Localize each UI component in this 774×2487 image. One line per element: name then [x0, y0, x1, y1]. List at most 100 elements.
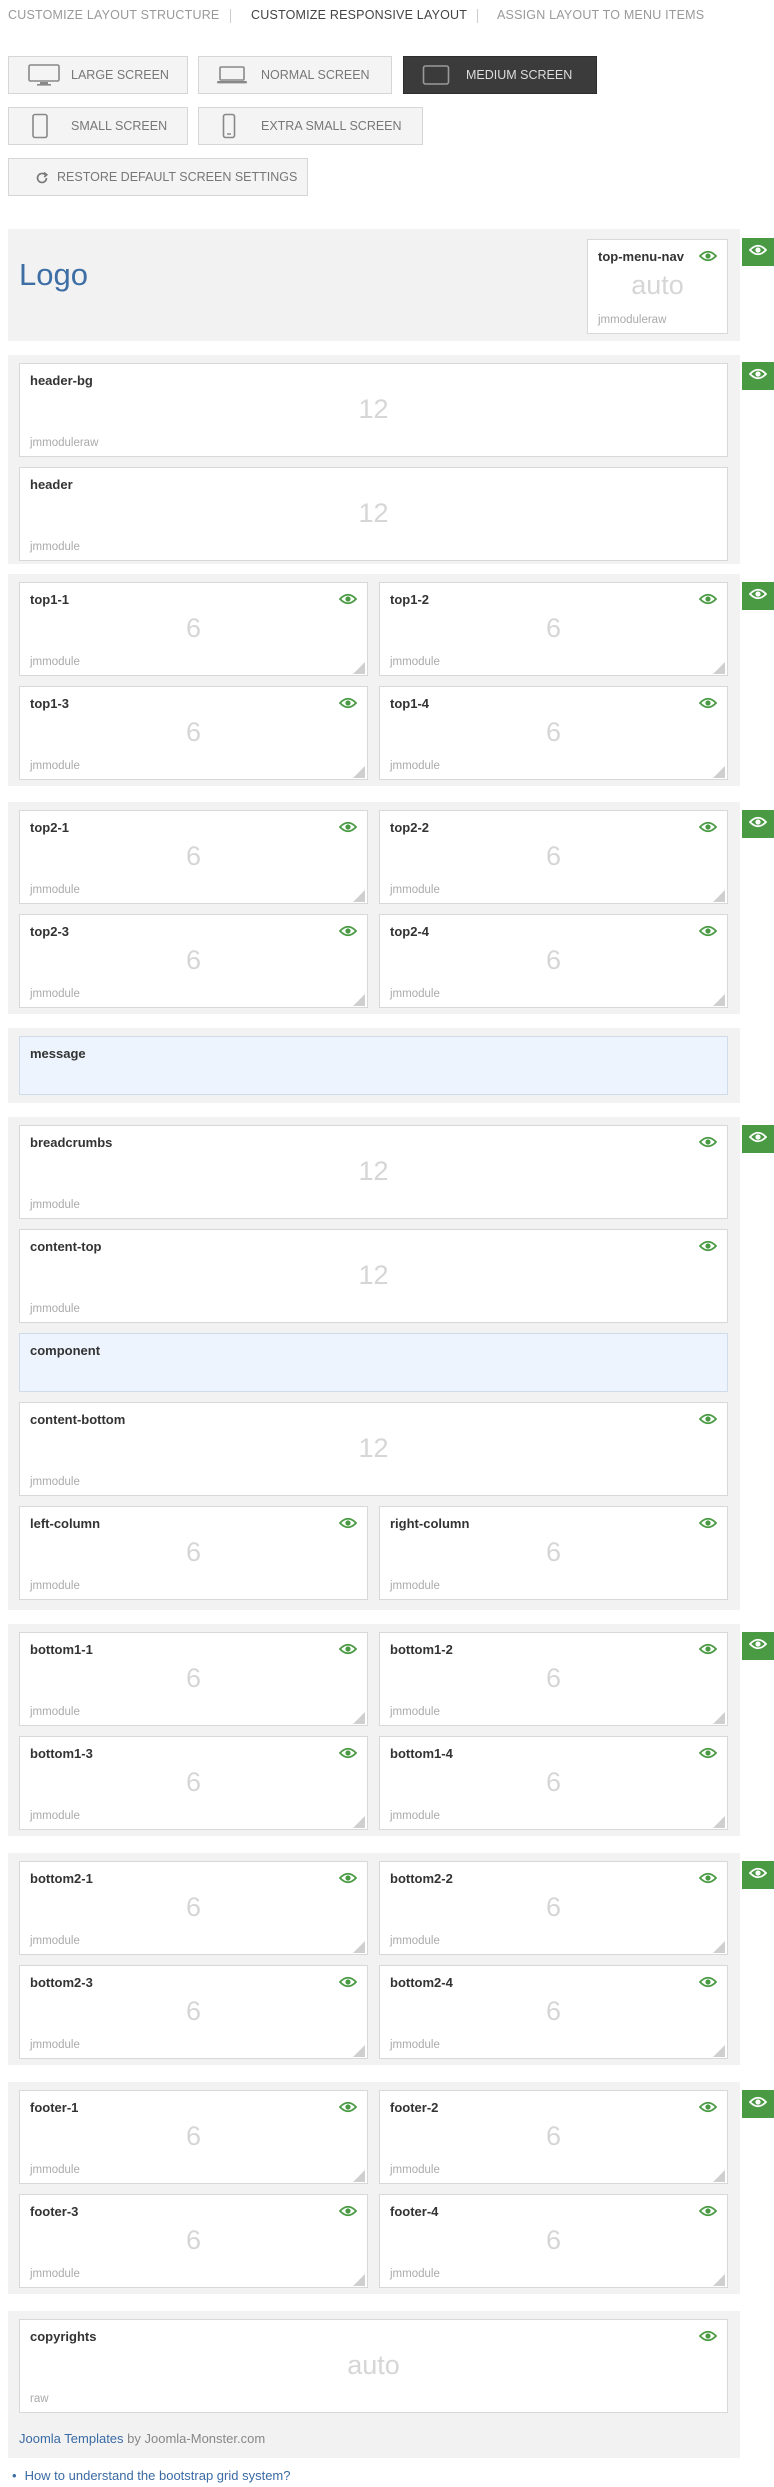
resize-handle-icon[interactable] — [713, 2044, 725, 2057]
eye-icon[interactable] — [698, 1239, 718, 1257]
resize-handle-icon[interactable] — [353, 661, 365, 674]
module-content-top[interactable]: content-top 12 jmmodule — [19, 1229, 728, 1323]
tab-customize-responsive-layout[interactable]: CUSTOMIZE RESPONSIVE LAYOUT — [251, 8, 467, 22]
module-bottom2-1[interactable]: bottom2-1 6 jmmodule — [19, 1861, 368, 1955]
module-top1-2[interactable]: top1-2 6 jmmodule — [379, 582, 728, 676]
module-size: 6 — [185, 945, 202, 975]
eye-icon[interactable] — [338, 592, 358, 610]
section-visibility-toggle[interactable] — [742, 2090, 774, 2118]
section-visibility-toggle[interactable] — [742, 582, 774, 610]
resize-handle-icon[interactable] — [353, 765, 365, 778]
restore-default-screen-settings-button[interactable]: RESTORE DEFAULT SCREEN SETTINGS — [8, 158, 308, 196]
resize-handle-icon[interactable] — [713, 889, 725, 902]
eye-icon[interactable] — [698, 820, 718, 838]
joomla-templates-link[interactable]: Joomla Templates — [19, 2431, 124, 2446]
large-screen-button[interactable]: LARGE SCREEN — [8, 56, 188, 94]
module-top1-3[interactable]: top1-3 6 jmmodule — [19, 686, 368, 780]
eye-icon[interactable] — [338, 1642, 358, 1660]
resize-handle-icon[interactable] — [713, 1940, 725, 1953]
section-visibility-toggle[interactable] — [742, 362, 774, 390]
eye-icon[interactable] — [338, 2100, 358, 2118]
module-bottom2-4[interactable]: bottom2-4 6 jmmodule — [379, 1965, 728, 2059]
module-component[interactable]: component — [19, 1333, 728, 1392]
small-screen-button[interactable]: SMALL SCREEN — [8, 107, 188, 145]
section-visibility-toggle[interactable] — [742, 1861, 774, 1889]
eye-icon[interactable] — [338, 820, 358, 838]
resize-handle-icon[interactable] — [353, 993, 365, 1006]
module-footer-4[interactable]: footer-4 6 jmmodule — [379, 2194, 728, 2288]
resize-handle-icon[interactable] — [713, 661, 725, 674]
bootstrap-grid-help-link[interactable]: How to understand the bootstrap grid sys… — [25, 2468, 291, 2483]
eye-icon[interactable] — [698, 696, 718, 714]
module-top2-3[interactable]: top2-3 6 jmmodule — [19, 914, 368, 1008]
module-content-bottom[interactable]: content-bottom 12 jmmodule — [19, 1402, 728, 1496]
module-header-bg[interactable]: header-bg 12 jmmoduleraw — [19, 363, 728, 457]
resize-handle-icon[interactable] — [353, 1711, 365, 1724]
module-bottom1-4[interactable]: bottom1-4 6 jmmodule — [379, 1736, 728, 1830]
eye-icon[interactable] — [338, 1516, 358, 1534]
normal-screen-button[interactable]: NORMAL SCREEN — [198, 56, 392, 94]
resize-handle-icon[interactable] — [713, 993, 725, 1006]
module-breadcrumbs[interactable]: breadcrumbs 12 jmmodule — [19, 1125, 728, 1219]
module-message[interactable]: message — [19, 1036, 728, 1095]
eye-icon[interactable] — [698, 1412, 718, 1430]
module-footer-1[interactable]: footer-1 6 jmmodule — [19, 2090, 368, 2184]
resize-handle-icon[interactable] — [713, 2273, 725, 2286]
resize-handle-icon[interactable] — [353, 1940, 365, 1953]
eye-icon[interactable] — [698, 1642, 718, 1660]
tab-assign-layout-to-menu-items[interactable]: ASSIGN LAYOUT TO MENU ITEMS — [497, 8, 704, 22]
module-top2-4[interactable]: top2-4 6 jmmodule — [379, 914, 728, 1008]
module-top2-1[interactable]: top2-1 6 jmmodule — [19, 810, 368, 904]
module-bottom1-2[interactable]: bottom1-2 6 jmmodule — [379, 1632, 728, 1726]
eye-icon[interactable] — [698, 249, 718, 267]
extra-small-screen-button[interactable]: EXTRA SMALL SCREEN — [198, 107, 423, 145]
section-visibility-toggle[interactable] — [742, 238, 774, 266]
section-visibility-toggle[interactable] — [742, 1125, 774, 1153]
module-right-column[interactable]: right-column 6 jmmodule — [379, 1506, 728, 1600]
eye-icon[interactable] — [698, 2204, 718, 2222]
eye-icon[interactable] — [698, 1975, 718, 1993]
resize-handle-icon[interactable] — [353, 1815, 365, 1828]
resize-handle-icon[interactable] — [353, 2169, 365, 2182]
resize-handle-icon[interactable] — [713, 1815, 725, 1828]
resize-handle-icon[interactable] — [713, 2169, 725, 2182]
resize-handle-icon[interactable] — [713, 1711, 725, 1724]
eye-icon[interactable] — [338, 2204, 358, 2222]
module-bottom2-2[interactable]: bottom2-2 6 jmmodule — [379, 1861, 728, 1955]
eye-icon[interactable] — [338, 696, 358, 714]
eye-icon[interactable] — [698, 1871, 718, 1889]
eye-icon[interactable] — [338, 924, 358, 942]
module-bottom1-3[interactable]: bottom1-3 6 jmmodule — [19, 1736, 368, 1830]
eye-icon[interactable] — [698, 592, 718, 610]
resize-handle-icon[interactable] — [353, 2273, 365, 2286]
eye-icon[interactable] — [698, 2329, 718, 2347]
resize-handle-icon[interactable] — [353, 889, 365, 902]
eye-icon[interactable] — [698, 2100, 718, 2118]
eye-icon[interactable] — [338, 1746, 358, 1764]
eye-icon[interactable] — [698, 924, 718, 942]
medium-screen-button[interactable]: MEDIUM SCREEN — [403, 56, 597, 94]
module-footer-3[interactable]: footer-3 6 jmmodule — [19, 2194, 368, 2288]
eye-icon[interactable] — [698, 1516, 718, 1534]
resize-handle-icon[interactable] — [713, 765, 725, 778]
module-top-menu-nav[interactable]: top-menu-nav auto jmmoduleraw — [587, 239, 728, 334]
module-top1-1[interactable]: top1-1 6 jmmodule — [19, 582, 368, 676]
module-top1-4[interactable]: top1-4 6 jmmodule — [379, 686, 728, 780]
tab-customize-layout-structure[interactable]: CUSTOMIZE LAYOUT STRUCTURE — [8, 8, 219, 22]
eye-icon[interactable] — [338, 1871, 358, 1889]
module-top2-2[interactable]: top2-2 6 jmmodule — [379, 810, 728, 904]
module-copyrights[interactable]: copyrights auto raw — [19, 2319, 728, 2413]
module-size: 6 — [545, 1892, 562, 1922]
eye-icon[interactable] — [698, 1135, 718, 1153]
section-visibility-toggle[interactable] — [742, 810, 774, 838]
resize-handle-icon[interactable] — [353, 2044, 365, 2057]
eye-icon[interactable] — [698, 1746, 718, 1764]
module-footer-2[interactable]: footer-2 6 jmmodule — [379, 2090, 728, 2184]
module-bottom1-1[interactable]: bottom1-1 6 jmmodule — [19, 1632, 368, 1726]
logo[interactable]: Logo — [19, 257, 88, 293]
module-left-column[interactable]: left-column 6 jmmodule — [19, 1506, 368, 1600]
module-header[interactable]: header 12 jmmodule — [19, 467, 728, 561]
module-bottom2-3[interactable]: bottom2-3 6 jmmodule — [19, 1965, 368, 2059]
eye-icon[interactable] — [338, 1975, 358, 1993]
section-visibility-toggle[interactable] — [742, 1632, 774, 1660]
